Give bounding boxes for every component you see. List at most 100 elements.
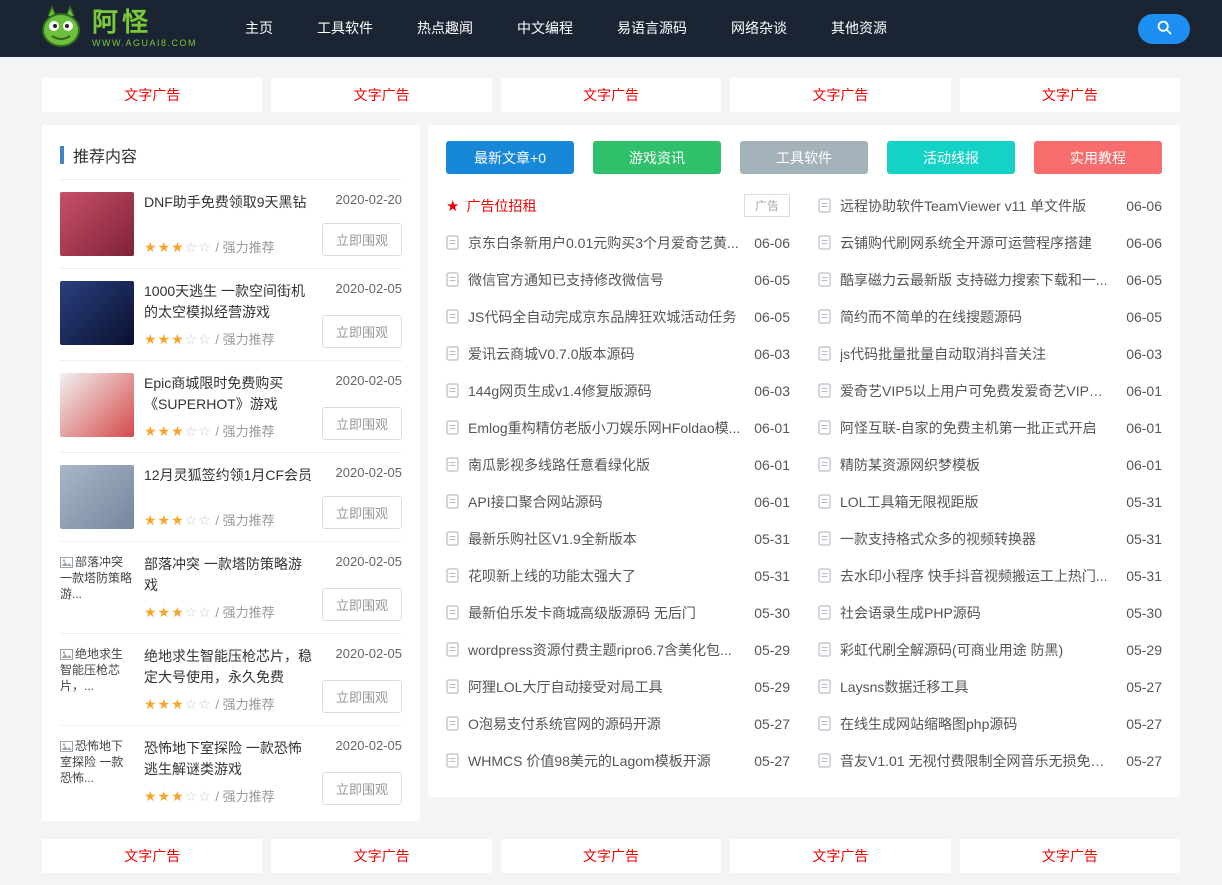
document-icon: [446, 235, 459, 250]
recommended-item-title[interactable]: 部落冲突 一款塔防策略游戏: [144, 554, 314, 596]
recommend-label: 强力推荐: [223, 789, 275, 804]
recommend-label: 强力推荐: [223, 240, 275, 255]
document-icon: [446, 346, 459, 361]
text-ad[interactable]: 文字广告: [42, 78, 262, 112]
article-row[interactable]: WHMCS 价值98美元的Lagom模板开源 05-27: [446, 742, 790, 779]
article-row[interactable]: 爱奇艺VIP5以上用户可免费发爱奇艺VIP红包06-01: [818, 372, 1162, 409]
nav-item-network-talk[interactable]: 网络杂谈: [709, 0, 809, 57]
category-button-practical-tutorials[interactable]: 实用教程: [1034, 141, 1162, 174]
recommended-item[interactable]: 绝地求生智能压枪芯片，...绝地求生智能压枪芯片，稳定大号使用，永久免费★★★☆…: [60, 633, 402, 725]
article-row[interactable]: LOL工具箱无限视距版05-31: [818, 483, 1162, 520]
article-row[interactable]: Emlog重构精仿老版小刀娱乐网HFoldao模...06-01: [446, 409, 790, 446]
search-button[interactable]: [1138, 14, 1190, 44]
recommended-item[interactable]: 部落冲突 一款塔防策略游...部落冲突 一款塔防策略游戏★★★☆☆ / 强力推荐…: [60, 541, 402, 633]
nav-item-easy-language-source[interactable]: 易语言源码: [595, 0, 709, 57]
article-title: API接口聚合网站源码: [468, 492, 742, 512]
article-date: 05-31: [1126, 494, 1162, 510]
recommended-item[interactable]: DNF助手免费领取9天黑钻★★★☆☆ / 强力推荐2020-02-20立即围观: [60, 179, 402, 268]
text-ad[interactable]: 文字广告: [730, 78, 950, 112]
site-logo[interactable]: 阿怪 WWW.AGUAI8.COM: [38, 4, 197, 53]
text-ad[interactable]: 文字广告: [271, 839, 491, 873]
article-row[interactable]: API接口聚合网站源码06-01: [446, 483, 790, 520]
stars-empty-icon: ☆☆: [185, 788, 212, 804]
text-ad[interactable]: 文字广告: [271, 78, 491, 112]
article-row[interactable]: 社会语录生成PHP源码05-30: [818, 594, 1162, 631]
article-row[interactable]: 一款支持格式众多的视频转换器05-31: [818, 520, 1162, 557]
article-row[interactable]: 最新伯乐发卡商城高级版源码 无后门05-30: [446, 594, 790, 631]
text-ad[interactable]: 文字广告: [42, 839, 262, 873]
watch-now-button[interactable]: 立即围观: [322, 588, 402, 621]
category-button-activity-news[interactable]: 活动线报: [887, 141, 1015, 174]
article-date: 06-03: [754, 346, 790, 362]
article-row[interactable]: 阿狸LOL大厅自动接受对局工具05-29: [446, 668, 790, 705]
watch-now-button[interactable]: 立即围观: [322, 680, 402, 713]
recommended-item-title[interactable]: DNF助手免费领取9天黑钻: [144, 192, 314, 213]
category-button-latest-articles[interactable]: 最新文章+0: [446, 141, 574, 174]
article-row[interactable]: Laysns数据迁移工具05-27: [818, 668, 1162, 705]
document-icon: [818, 272, 831, 287]
article-row[interactable]: 微信官方通知已支持修改微信号06-05: [446, 261, 790, 298]
article-row[interactable]: 云铺购代刷网系统全开源可运营程序搭建06-06: [818, 224, 1162, 261]
category-button-tool-software[interactable]: 工具软件: [740, 141, 868, 174]
article-row[interactable]: 京东白条新用户0.01元购买3个月爱奇艺黄...06-06: [446, 224, 790, 261]
article-row[interactable]: 南瓜影视多线路任意看绿化版06-01: [446, 446, 790, 483]
article-row[interactable]: 阿怪互联-自家的免费主机第一批正式开启06-01: [818, 409, 1162, 446]
watch-now-button[interactable]: 立即围观: [322, 223, 402, 256]
article-row[interactable]: 精防某资源网织梦模板06-01: [818, 446, 1162, 483]
document-icon: [446, 679, 459, 694]
nav-item-home[interactable]: 主页: [223, 0, 295, 57]
recommended-item[interactable]: 恐怖地下室探险 一款恐怖...恐怖地下室探险 一款恐怖逃生解谜类游戏★★★☆☆ …: [60, 725, 402, 817]
article-row[interactable]: wordpress资源付费主题ripro6.7含美化包...05-29: [446, 631, 790, 668]
article-row[interactable]: js代码批量批量自动取消抖音关注06-03: [818, 335, 1162, 372]
article-row[interactable]: 爱讯云商城V0.7.0版本源码06-03: [446, 335, 790, 372]
article-row[interactable]: 144g网页生成v1.4修复版源码06-03: [446, 372, 790, 409]
nav-item-chinese-programming[interactable]: 中文编程: [495, 0, 595, 57]
watch-now-button[interactable]: 立即围观: [322, 407, 402, 440]
article-row[interactable]: O泡易支付系统官网的源码开源05-27: [446, 705, 790, 742]
article-row[interactable]: 酷享磁力云最新版 支持磁力搜索下载和一...06-05: [818, 261, 1162, 298]
recommended-item-title[interactable]: 恐怖地下室探险 一款恐怖逃生解谜类游戏: [144, 738, 314, 780]
article-row[interactable]: 彩虹代刷全解源码(可商业用途 防黑)05-29: [818, 631, 1162, 668]
text-ad[interactable]: 文字广告: [960, 839, 1180, 873]
article-row[interactable]: 去水印小程序 快手抖音视频搬运工上热门...05-31: [818, 557, 1162, 594]
nav-item-tool-software[interactable]: 工具软件: [295, 0, 395, 57]
document-icon: [446, 309, 459, 324]
recommended-item[interactable]: 1000天逃生 一款空间街机的太空模拟经营游戏★★★☆☆ / 强力推荐2020-…: [60, 268, 402, 360]
watch-now-button[interactable]: 立即围观: [322, 315, 402, 348]
nav-item-hot-news[interactable]: 热点趣闻: [395, 0, 495, 57]
text-ad[interactable]: 文字广告: [730, 839, 950, 873]
nav-item-other-resources[interactable]: 其他资源: [809, 0, 909, 57]
document-icon: [818, 605, 831, 620]
recommended-item-title[interactable]: 绝地求生智能压枪芯片，稳定大号使用，永久免费: [144, 646, 314, 688]
watch-now-button[interactable]: 立即围观: [322, 772, 402, 805]
stars-filled-icon: ★★★: [144, 604, 185, 620]
article-row[interactable]: 花呗新上线的功能太强大了 05-31: [446, 557, 790, 594]
article-date: 05-31: [754, 568, 790, 584]
text-ad[interactable]: 文字广告: [501, 839, 721, 873]
article-row[interactable]: 远程协助软件TeamViewer v11 单文件版06-06: [818, 187, 1162, 224]
article-row[interactable]: JS代码全自动完成京东品牌狂欢城活动任务06-05: [446, 298, 790, 335]
article-row[interactable]: 简约而不简单的在线搜题源码06-05: [818, 298, 1162, 335]
article-row[interactable]: 音友V1.01 无视付费限制全网音乐无损免费...05-27: [818, 742, 1162, 779]
article-row[interactable]: 最新乐购社区V1.9全新版本05-31: [446, 520, 790, 557]
text-ad[interactable]: 文字广告: [960, 78, 1180, 112]
article-row[interactable]: 在线生成网站缩略图php源码05-27: [818, 705, 1162, 742]
ad-slot-row[interactable]: ★广告位招租广告: [446, 187, 790, 224]
recommended-item[interactable]: Epic商城限时免费购买《SUPERHOT》游戏★★★☆☆ / 强力推荐2020…: [60, 360, 402, 452]
recommended-item-title[interactable]: 1000天逃生 一款空间街机的太空模拟经营游戏: [144, 281, 314, 323]
article-title: 花呗新上线的功能太强大了: [468, 566, 742, 586]
recommended-item-title[interactable]: 12月灵狐签约领1月CF会员: [144, 465, 314, 486]
article-date: 06-01: [1126, 457, 1162, 473]
article-title: WHMCS 价值98美元的Lagom模板开源: [468, 751, 742, 771]
document-icon: [818, 679, 831, 694]
article-title: 爱奇艺VIP5以上用户可免费发爱奇艺VIP红包: [840, 381, 1114, 401]
article-date: 05-27: [754, 753, 790, 769]
recommended-item[interactable]: 12月灵狐签约领1月CF会员★★★☆☆ / 强力推荐2020-02-05立即围观: [60, 452, 402, 541]
recommended-item-title[interactable]: Epic商城限时免费购买《SUPERHOT》游戏: [144, 373, 314, 415]
article-title: 音友V1.01 无视付费限制全网音乐无损免费...: [840, 751, 1114, 771]
watch-now-button[interactable]: 立即围观: [322, 496, 402, 529]
category-button-game-news[interactable]: 游戏资讯: [593, 141, 721, 174]
article-date: 06-03: [1126, 346, 1162, 362]
recommended-item-body: Epic商城限时免费购买《SUPERHOT》游戏★★★☆☆ / 强力推荐2020…: [144, 373, 402, 440]
text-ad[interactable]: 文字广告: [501, 78, 721, 112]
